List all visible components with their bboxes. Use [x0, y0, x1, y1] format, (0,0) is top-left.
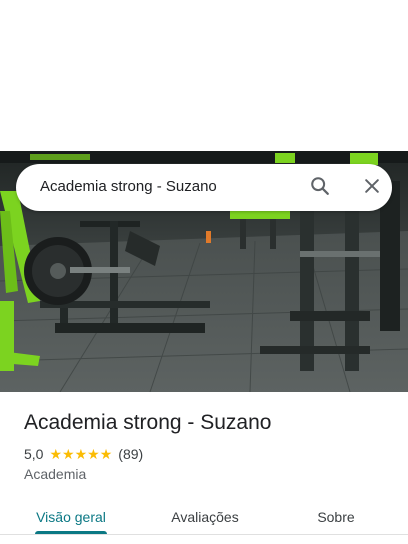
star-icon: ★	[49, 446, 63, 462]
search-bar[interactable]: Academia strong - Suzano	[16, 164, 392, 211]
search-input[interactable]: Academia strong - Suzano	[40, 178, 217, 195]
star-icon: ★	[99, 446, 113, 462]
close-icon	[362, 176, 382, 201]
tabs-divider	[0, 534, 408, 535]
star-icon: ★	[62, 446, 75, 462]
place-title: Academia strong - Suzano	[24, 411, 272, 434]
map-blank-area	[0, 0, 408, 151]
place-tabs: Visão geral Avaliações Sobre	[0, 494, 408, 542]
star-rating: ★ ★ ★ ★ ★	[49, 447, 112, 461]
star-icon: ★	[74, 446, 88, 462]
tab-about-label: Sobre	[317, 509, 355, 525]
place-info-panel: Academia strong - Suzano 5,0 ★ ★ ★ ★ ★ (…	[0, 392, 408, 544]
search-button[interactable]	[306, 174, 334, 202]
tab-reviews-label: Avaliações	[171, 509, 239, 525]
clear-search-button[interactable]	[358, 174, 386, 202]
tab-overview-label: Visão geral	[36, 509, 106, 525]
search-icon	[309, 175, 331, 202]
rating-value: 5,0	[24, 446, 44, 462]
star-icon: ★	[87, 446, 100, 462]
place-category[interactable]: Academia	[24, 466, 86, 482]
review-count[interactable]: (89)	[118, 446, 143, 462]
rating-row[interactable]: 5,0 ★ ★ ★ ★ ★ (89)	[24, 445, 143, 463]
